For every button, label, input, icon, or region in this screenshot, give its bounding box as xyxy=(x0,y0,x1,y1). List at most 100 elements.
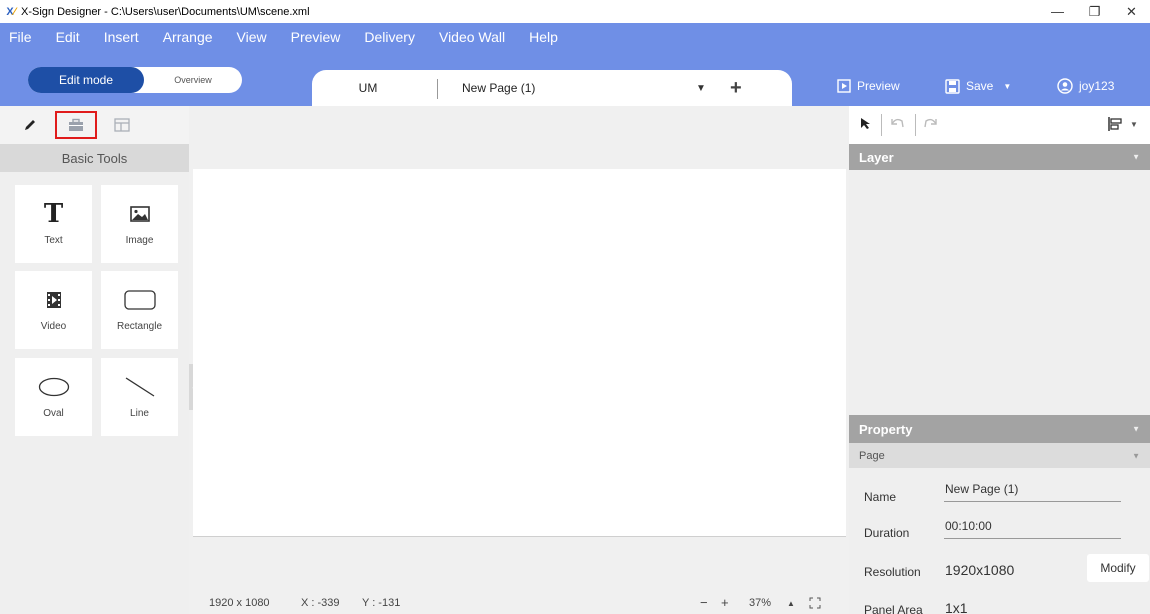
cursor-y: Y : -131 xyxy=(362,597,401,609)
preview-button[interactable]: Preview xyxy=(837,76,900,96)
window-controls: — ❐ ✕ xyxy=(1039,0,1150,23)
menu-bar: File Edit Insert Arrange View Preview De… xyxy=(0,23,570,51)
align-dropdown-icon[interactable]: ▼ xyxy=(1130,120,1138,129)
toolbar-divider xyxy=(915,114,916,136)
tool-label: Text xyxy=(44,235,63,246)
menu-insert[interactable]: Insert xyxy=(92,29,151,45)
resolution-value: 1920x1080 xyxy=(945,562,1015,578)
property-section-header[interactable]: Property ▼ xyxy=(849,415,1150,443)
toolbar-divider xyxy=(881,114,882,136)
property-title: Property xyxy=(859,421,913,437)
tool-label: Rectangle xyxy=(116,321,163,332)
panel-area-value: 1x1 xyxy=(945,600,968,614)
collapse-caret-icon[interactable]: ▼ xyxy=(1132,153,1140,162)
image-icon xyxy=(129,201,150,227)
tool-panel-tabs xyxy=(0,106,189,144)
fit-screen-icon[interactable] xyxy=(809,597,821,612)
text-icon: T xyxy=(43,199,64,229)
menu-view[interactable]: View xyxy=(225,29,279,45)
text-tool[interactable]: T Text xyxy=(15,185,92,263)
user-icon xyxy=(1057,78,1073,94)
app-logo-icon: X ⁄ xyxy=(6,5,16,18)
title-bar: X ⁄ X-Sign Designer - C:\Users\user\Docum… xyxy=(0,0,1150,23)
menu-help[interactable]: Help xyxy=(517,29,570,45)
canvas-area: « 1920 x 1080 X : -339 Y : -131 − + 37% … xyxy=(189,106,849,614)
menu-edit[interactable]: Edit xyxy=(44,29,92,45)
align-icon[interactable] xyxy=(1107,116,1123,132)
minimize-button[interactable]: — xyxy=(1039,0,1076,23)
tool-label: Image xyxy=(125,235,154,246)
restore-button[interactable]: ❐ xyxy=(1076,0,1113,23)
preview-label: Preview xyxy=(857,79,900,93)
modify-resolution-button[interactable]: Modify xyxy=(1087,554,1149,582)
oval-tool[interactable]: Oval xyxy=(15,358,92,436)
name-label: Name xyxy=(864,490,897,504)
page-section-header[interactable]: Page ▼ xyxy=(849,443,1150,468)
oval-icon xyxy=(38,374,70,400)
layer-section-header[interactable]: Layer ▼ xyxy=(849,144,1150,170)
pen-icon[interactable] xyxy=(18,114,42,136)
toolbox-icon[interactable] xyxy=(55,111,97,139)
tab-page[interactable]: New Page (1) xyxy=(462,70,535,106)
menu-arrange[interactable]: Arrange xyxy=(151,29,225,45)
tool-label: Line xyxy=(130,408,149,419)
status-bar: 1920 x 1080 X : -339 Y : -131 − + 37% ▲ xyxy=(189,594,849,614)
user-account-button[interactable]: joy123 xyxy=(1057,76,1114,96)
canvas-resolution: 1920 x 1080 xyxy=(209,597,270,609)
video-tool[interactable]: Video xyxy=(15,271,92,349)
zoom-dropdown-icon[interactable]: ▲ xyxy=(787,599,795,608)
resolution-label: Resolution xyxy=(864,565,921,579)
tab-divider xyxy=(437,79,438,99)
save-button[interactable]: Save ▼ xyxy=(945,76,1011,96)
duration-label: Duration xyxy=(864,526,910,540)
inspector-panel: ▼ Layer ▼ Property ▼ Page ▼ Name New Pag… xyxy=(849,106,1150,614)
save-icon xyxy=(945,78,960,94)
mode-toggle[interactable]: Edit mode Overview xyxy=(28,67,242,93)
add-page-icon[interactable]: + xyxy=(730,70,742,106)
menu-preview[interactable]: Preview xyxy=(279,29,353,45)
zoom-out-button[interactable]: − xyxy=(700,595,708,610)
page-tab-bar: UM New Page (1) ▼ + xyxy=(312,70,792,106)
menu-video-wall[interactable]: Video Wall xyxy=(427,29,517,45)
save-label: Save xyxy=(966,79,994,93)
inspector-toolbar: ▼ xyxy=(849,106,1150,144)
duration-field-underline xyxy=(944,538,1121,539)
layer-title: Layer xyxy=(859,149,894,165)
close-button[interactable]: ✕ xyxy=(1113,0,1150,23)
name-field-underline xyxy=(944,501,1121,502)
page-section-title: Page xyxy=(859,449,885,462)
layout-icon[interactable] xyxy=(110,114,134,136)
menu-delivery[interactable]: Delivery xyxy=(352,29,427,45)
video-icon xyxy=(45,287,63,313)
tool-label: Video xyxy=(40,321,67,332)
menu-file[interactable]: File xyxy=(0,29,44,45)
undo-icon[interactable] xyxy=(889,116,905,130)
tool-label: Oval xyxy=(43,408,64,419)
user-name: joy123 xyxy=(1079,79,1115,93)
app-header: File Edit Insert Arrange View Preview De… xyxy=(0,23,1150,106)
name-field[interactable]: New Page (1) xyxy=(945,482,1018,496)
panel-area-label: Panel Area xyxy=(864,603,923,614)
edit-mode-button[interactable]: Edit mode xyxy=(28,67,144,93)
overview-mode-button[interactable]: Overview xyxy=(144,67,242,93)
collapse-caret-icon[interactable]: ▼ xyxy=(1132,425,1140,434)
layer-list xyxy=(849,170,1150,415)
save-dropdown-icon[interactable]: ▼ xyxy=(1003,82,1011,91)
line-tool[interactable]: Line xyxy=(101,358,178,436)
tab-project[interactable]: UM xyxy=(312,70,424,106)
duration-field[interactable]: 00:10:00 xyxy=(945,519,992,533)
zoom-in-button[interactable]: + xyxy=(721,595,729,610)
page-canvas[interactable] xyxy=(193,169,846,537)
redo-icon[interactable] xyxy=(923,116,939,130)
zoom-level: 37% xyxy=(749,597,772,609)
window-title: X-Sign Designer - C:\Users\user\Document… xyxy=(21,5,310,18)
cursor-x: X : -339 xyxy=(301,597,340,609)
rectangle-icon xyxy=(123,287,156,313)
property-list: Name New Page (1) Duration 00:10:00 Reso… xyxy=(849,468,1150,614)
rectangle-tool[interactable]: Rectangle xyxy=(101,271,178,349)
collapse-caret-icon[interactable]: ▼ xyxy=(1132,451,1140,460)
image-tool[interactable]: Image xyxy=(101,185,178,263)
select-arrow-icon[interactable] xyxy=(859,116,873,130)
tool-panel: Basic Tools T Text Image Video Rectangle… xyxy=(0,106,189,614)
page-dropdown-icon[interactable]: ▼ xyxy=(696,70,706,106)
